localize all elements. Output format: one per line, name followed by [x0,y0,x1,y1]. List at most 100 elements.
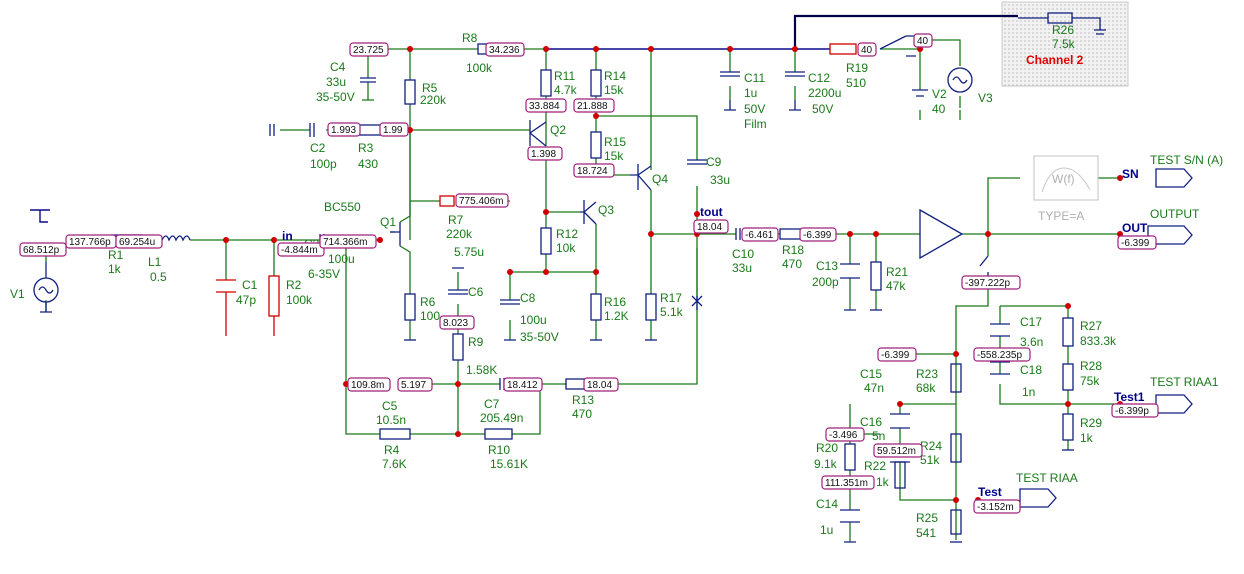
resistor-r16[interactable] [590,293,602,321]
svg-text:75k: 75k [1080,374,1100,388]
svg-text:200p: 200p [812,275,839,289]
svg-text:40: 40 [932,102,946,116]
svg-text:C17: C17 [1020,315,1042,329]
transistor-q4[interactable] [630,164,652,191]
port-sn[interactable] [1155,168,1193,188]
svg-text:18.04: 18.04 [587,380,612,391]
resistor-r15[interactable] [590,131,602,159]
svg-text:430: 430 [358,157,378,171]
capacitor-c17[interactable] [990,323,1010,337]
resistor-r19[interactable] [829,43,857,55]
svg-text:47k: 47k [886,279,906,293]
svg-text:-3.496: -3.496 [829,430,858,441]
svg-text:Q1: Q1 [380,215,396,229]
transistor-q3[interactable] [580,200,597,225]
svg-text:R13: R13 [572,393,594,407]
svg-text:BC550: BC550 [324,200,361,214]
svg-text:-6.461: -6.461 [745,230,774,241]
svg-text:R7: R7 [448,213,464,227]
capacitor-c7[interactable] [499,378,505,390]
svg-text:69.254u: 69.254u [119,237,155,248]
svg-text:5.75u: 5.75u [454,245,484,259]
svg-text:R12: R12 [556,227,578,241]
port-riaa1[interactable] [1155,394,1193,414]
svg-text:220k: 220k [420,93,447,107]
svg-text:23.725: 23.725 [353,45,384,56]
svg-text:L1: L1 [148,255,162,269]
resistor-r11[interactable] [540,69,552,97]
svg-text:4.7k: 4.7k [554,83,578,97]
probe: 5.197 [397,377,433,392]
port-riaa[interactable] [1019,488,1057,508]
transistor-q2[interactable] [529,120,547,147]
resistor-r5[interactable] [404,79,416,105]
svg-text:R24: R24 [920,439,942,453]
svg-text:47n: 47n [864,381,884,395]
svg-text:59.512m: 59.512m [877,446,916,457]
svg-text:10k: 10k [556,241,576,255]
resistor-r27[interactable] [1062,317,1074,347]
svg-text:R3: R3 [358,141,374,155]
svg-text:R18: R18 [782,243,804,257]
capacitor-c4[interactable] [360,77,376,83]
probe: 18.04 [583,377,619,392]
resistor-r7[interactable] [439,195,455,207]
svg-text:C11: C11 [744,71,765,85]
svg-text:C4: C4 [330,60,346,74]
amplifier-triangle[interactable] [919,208,964,260]
resistor-r21[interactable] [870,261,882,291]
resistor-r4[interactable] [379,428,411,440]
resistor-r10[interactable] [484,428,513,440]
svg-text:R4: R4 [384,443,400,457]
svg-text:18.724: 18.724 [577,166,608,177]
probe: -3.152m [973,499,1021,514]
svg-text:18.04: 18.04 [697,222,722,233]
svg-text:1.99: 1.99 [383,125,403,136]
capacitor-c10[interactable] [735,228,741,240]
input-stub [269,124,275,136]
capacitor-c2[interactable] [309,123,315,137]
capacitor-c15[interactable] [890,413,910,429]
probe: -4.844m [277,242,325,257]
svg-text:-397.222p: -397.222p [965,278,1010,289]
svg-text:1k: 1k [1080,431,1094,445]
svg-text:V3: V3 [978,91,993,105]
resistor-r17[interactable] [645,293,657,321]
svg-text:6-35V: 6-35V [308,267,340,281]
resistor-r28[interactable] [1062,363,1074,391]
svg-text:R28: R28 [1080,359,1102,373]
svg-text:51k: 51k [920,453,940,467]
resistor-r14[interactable] [590,69,602,97]
capacitor-c1[interactable] [216,279,236,293]
resistor-r2[interactable] [268,275,280,317]
resistor-r29[interactable] [1062,413,1074,441]
probe: 34.236 [485,42,525,57]
resistor-r9[interactable] [452,333,464,361]
battery-v2[interactable] [912,89,928,97]
resistor-r6[interactable] [404,293,416,321]
resistor-r20[interactable] [844,443,856,471]
svg-text:220k: 220k [446,227,473,241]
svg-text:18.412: 18.412 [507,380,538,391]
probe: 18.724 [573,163,615,178]
svg-text:-6.399: -6.399 [881,350,910,361]
svg-text:R27: R27 [1080,319,1102,333]
svg-text:C6: C6 [468,285,484,299]
svg-text:TEST RIAA: TEST RIAA [1016,471,1078,485]
capacitor-c9[interactable] [687,159,707,165]
svg-text:OUT: OUT [1122,221,1148,235]
probe: 1.99 [379,122,409,137]
svg-text:-4.844m: -4.844m [281,245,318,256]
svg-text:tout: tout [700,205,723,219]
resistor-r12[interactable] [540,227,552,255]
svg-text:35-50V: 35-50V [520,330,559,344]
svg-text:7.5k: 7.5k [1052,37,1076,51]
svg-text:C15: C15 [860,367,882,381]
svg-text:W(f): W(f) [1052,172,1075,186]
svg-text:Q4: Q4 [652,172,668,186]
inductor-l1[interactable] [161,235,191,242]
switch-channel[interactable] [879,35,916,57]
svg-text:33u: 33u [732,261,752,275]
svg-text:-6.399p: -6.399p [1115,406,1149,417]
svg-text:Test: Test [978,485,1002,499]
